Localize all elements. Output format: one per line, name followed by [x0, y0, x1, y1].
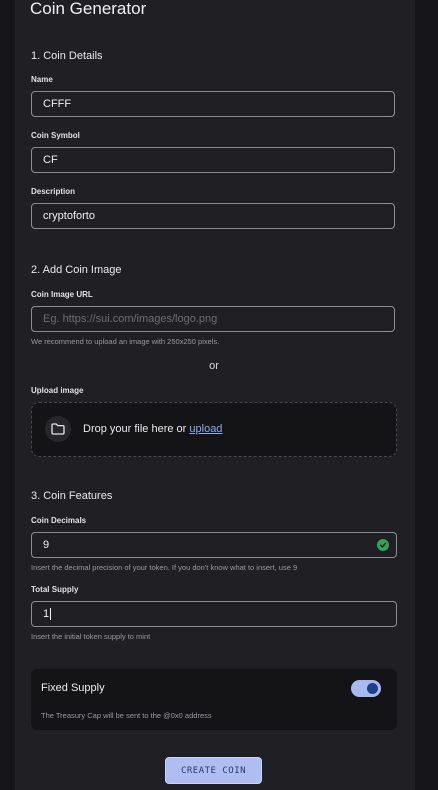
- supply-help: Insert the initial token supply to mint: [31, 632, 151, 641]
- image-url-label: Coin Image URL: [31, 290, 93, 299]
- name-input[interactable]: CFFF: [31, 91, 395, 117]
- or-divider: or: [209, 360, 219, 372]
- dropzone-text: Drop your file here or upload: [83, 423, 222, 435]
- upload-dropzone[interactable]: Drop your file here or upload: [31, 402, 397, 457]
- name-value: CFFF: [43, 98, 72, 110]
- description-value: cryptoforto: [43, 210, 95, 222]
- symbol-label: Coin Symbol: [31, 131, 80, 140]
- supply-value: 1: [43, 608, 50, 620]
- section-coin-details: 1. Coin Details: [31, 50, 103, 62]
- fixed-supply-help: The Treasury Cap will be sent to the @0x…: [41, 711, 212, 720]
- text-cursor: [50, 608, 52, 620]
- description-label: Description: [31, 187, 76, 196]
- supply-label: Total Supply: [31, 585, 79, 594]
- decimals-help: Insert the decimal precision of your tok…: [31, 563, 298, 572]
- create-coin-button[interactable]: CREATE COIN: [165, 757, 262, 784]
- symbol-input[interactable]: CF: [31, 147, 395, 173]
- fixed-supply-toggle[interactable]: [351, 680, 381, 697]
- fixed-supply-card: Fixed Supply The Treasury Cap will be se…: [31, 669, 397, 730]
- dropzone-prompt: Drop your file here or: [83, 423, 187, 435]
- upload-image-label: Upload image: [31, 386, 84, 395]
- name-label: Name: [31, 75, 53, 84]
- image-url-placeholder: Eg. https://sui.com/images/logo.png: [43, 313, 218, 325]
- folder-icon: [45, 416, 71, 442]
- image-url-input[interactable]: Eg. https://sui.com/images/logo.png: [31, 306, 395, 332]
- upload-link[interactable]: upload: [189, 423, 222, 435]
- decimals-label: Coin Decimals: [31, 516, 87, 525]
- fixed-supply-title: Fixed Supply: [41, 682, 105, 694]
- decimals-input[interactable]: 9: [31, 532, 397, 558]
- symbol-value: CF: [43, 154, 58, 166]
- check-icon: [377, 539, 389, 551]
- page-title: Coin Generator: [30, 0, 147, 18]
- image-url-help: We recommend to upload an image with 250…: [31, 337, 220, 346]
- toggle-knob: [367, 683, 378, 694]
- description-input[interactable]: cryptoforto: [31, 203, 395, 229]
- decimals-value: 9: [43, 539, 50, 551]
- supply-input[interactable]: 1: [31, 601, 397, 627]
- section-coin-image: 2. Add Coin Image: [31, 264, 122, 276]
- section-coin-features: 3. Coin Features: [31, 490, 113, 502]
